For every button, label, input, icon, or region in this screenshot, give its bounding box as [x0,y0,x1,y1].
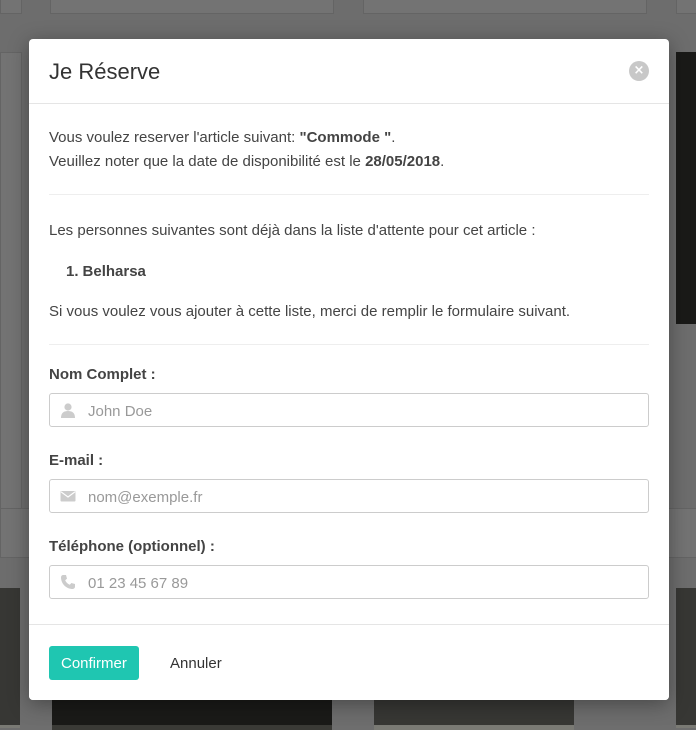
modal-header: Je Réserve × [29,39,669,104]
divider [49,194,649,195]
divider [49,344,649,345]
intro-suffix: . [391,129,396,146]
name-field[interactable] [49,393,649,428]
article-name: "Commode " [299,129,392,146]
reservation-intro: Vous voulez reserver l'article suivant: … [49,126,649,150]
waitlist-item-name: Belharsa [82,263,146,280]
waitlist-item-number: 1. [66,263,79,280]
waitlist: 1. Belharsa [49,260,649,284]
modal-footer: Confirmer Annuler [29,624,669,700]
phone-input[interactable] [86,566,640,600]
availability-prefix: Veuillez noter que la date de disponibil… [49,153,366,170]
availability-suffix: . [440,153,445,170]
waitlist-item: 1. Belharsa [66,260,649,284]
cancel-button[interactable]: Annuler [158,646,234,680]
phone-label: Téléphone (optionnel) : [49,538,215,555]
email-label: E-mail : [49,452,104,469]
phone-field[interactable] [49,565,649,600]
email-field[interactable] [49,479,649,514]
envelope-icon [60,491,76,502]
form-intro: Si vous voulez vous ajouter à cette list… [49,303,571,320]
close-icon[interactable]: × [629,61,649,81]
modal-body: Vous voulez reserver l'article suivant: … [29,104,669,600]
availability-note: Veuillez noter que la date de disponibil… [49,150,649,174]
email-input[interactable] [86,480,640,514]
name-label: Nom Complet : [49,366,156,383]
confirm-button[interactable]: Confirmer [49,646,139,680]
user-icon [61,403,75,418]
availability-date: 28/05/2018 [365,153,441,170]
name-input[interactable] [86,394,640,428]
reservation-modal: Je Réserve × Vous voulez reserver l'arti… [29,39,669,700]
phone-icon [61,575,75,589]
intro-prefix: Vous voulez reserver l'article suivant: [49,129,300,146]
waitlist-intro: Les personnes suivantes sont déjà dans l… [49,222,536,239]
modal-title: Je Réserve [49,59,161,84]
